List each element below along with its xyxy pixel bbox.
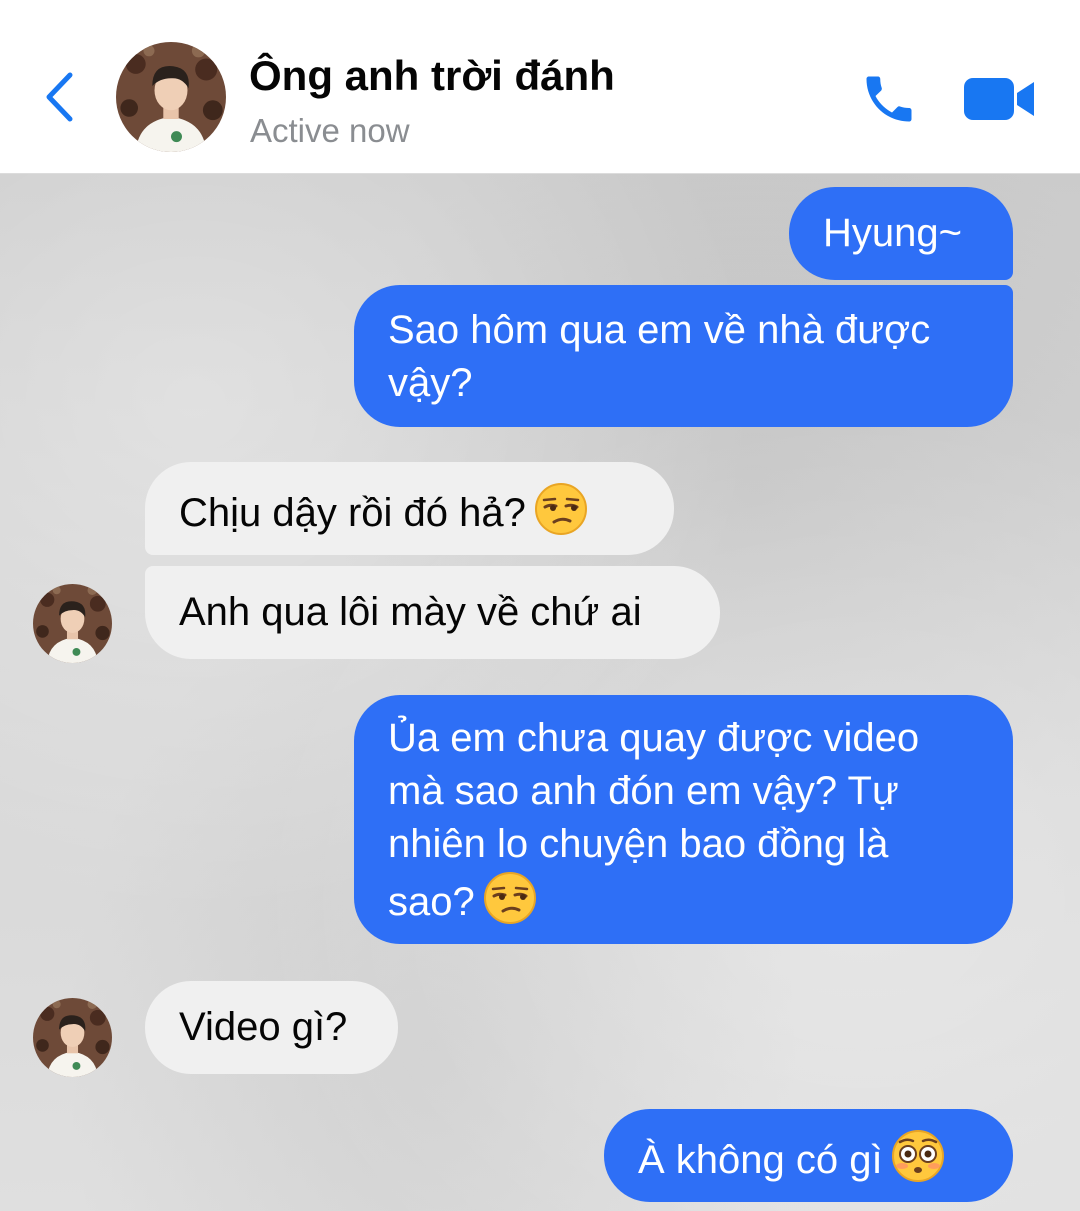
incoming-message[interactable]: Anh qua lôi mày về chứ ai bbox=[145, 566, 720, 659]
message-thread: Hyung~ Sao hôm qua em về nhà được vậy? C… bbox=[0, 174, 1080, 1211]
contact-avatar-small[interactable] bbox=[33, 998, 112, 1077]
outgoing-message[interactable]: Hyung~ bbox=[789, 187, 1013, 280]
messenger-chat-screen: Ông anh trời đánh Active now Hyung~ Sao … bbox=[0, 0, 1080, 1211]
chevron-left-icon bbox=[46, 72, 73, 122]
incoming-message[interactable]: Video gì? bbox=[145, 981, 398, 1074]
message-text: mà sao anh đón em vậy? Tự bbox=[388, 769, 899, 813]
unamused-face-icon bbox=[483, 871, 537, 939]
message-text: sao? bbox=[388, 880, 475, 924]
message-text: Sao hôm qua em về nhà được bbox=[388, 308, 931, 352]
contact-avatar[interactable] bbox=[116, 42, 226, 152]
outgoing-message[interactable]: Ủa em chưa quay được video mà sao anh đó… bbox=[354, 695, 1013, 944]
incoming-message[interactable]: Chịu dậy rồi đó hả? bbox=[145, 462, 674, 555]
video-camera-icon bbox=[964, 78, 1034, 120]
message-text: vậy? bbox=[388, 361, 473, 405]
outgoing-message[interactable]: Sao hôm qua em về nhà được vậy? bbox=[354, 285, 1013, 427]
message-text: À không có gì bbox=[638, 1138, 883, 1182]
back-button[interactable] bbox=[34, 66, 84, 128]
outgoing-message[interactable]: À không có gì bbox=[604, 1109, 1013, 1202]
message-text: nhiên lo chuyện bao đồng là bbox=[388, 822, 889, 866]
message-text: Chịu dậy rồi đó hả? bbox=[179, 491, 526, 535]
message-text: Hyung~ bbox=[823, 211, 962, 255]
unamused-face-icon bbox=[534, 482, 588, 550]
message-text: Anh qua lôi mày về chứ ai bbox=[179, 590, 642, 634]
contact-name[interactable]: Ông anh trời đánh bbox=[249, 52, 615, 100]
active-status: Active now bbox=[250, 112, 410, 149]
video-call-button[interactable] bbox=[958, 70, 1040, 128]
phone-icon bbox=[866, 76, 912, 122]
chat-header: Ông anh trời đánh Active now bbox=[0, 0, 1080, 174]
audio-call-button[interactable] bbox=[856, 66, 922, 132]
flushed-face-icon bbox=[891, 1129, 945, 1197]
message-text: Ủa em chưa quay được video bbox=[388, 716, 920, 760]
message-text: Video gì? bbox=[179, 1005, 348, 1049]
contact-avatar-small[interactable] bbox=[33, 584, 112, 663]
